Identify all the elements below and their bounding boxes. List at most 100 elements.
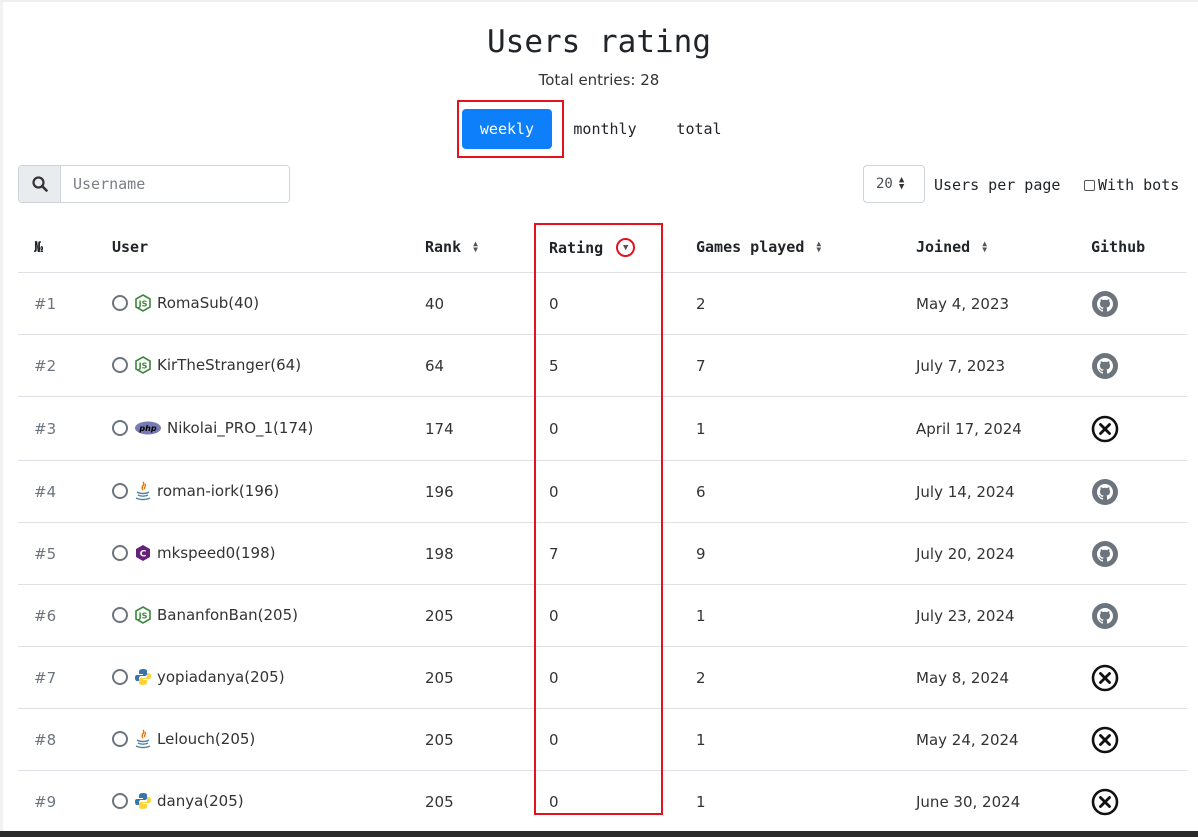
per-page-select[interactable]: 20 ▲ ▼ [863,165,925,203]
sort-desc-icon: ▼ [616,238,636,257]
col-games[interactable]: Games played ▲ ▼ [696,238,821,256]
joined-date: July 20, 2024 [916,545,1015,563]
github-icon[interactable] [1091,602,1119,630]
user-link[interactable]: Lelouch(205) [157,730,255,748]
user-cell: JS BananfonBan(205) [112,606,298,624]
github-icon[interactable] [1091,290,1119,318]
user-link[interactable]: danya(205) [157,792,244,810]
rank-value: 205 [425,731,454,749]
period-tabs: weekly monthly total [0,109,1198,149]
user-cell: roman-iork(196) [112,481,279,501]
user-link[interactable]: BananfonBan(205) [157,606,298,624]
row-number: #9 [34,793,57,811]
tab-weekly[interactable]: weekly [462,109,552,149]
col-rating[interactable]: Rating ▼ [549,238,636,257]
svg-text:JS: JS [138,362,148,371]
python-icon [134,792,152,810]
with-bots-checkbox[interactable] [1084,179,1095,191]
rank-value: 205 [425,669,454,687]
rating-table: № User Rank ▲ ▼ Rating ▼ Games played ▲ ▼ Joi… [18,224,1187,833]
user-cell: JS KirTheStranger(64) [112,356,301,374]
rating-value: 0 [549,793,559,811]
rank-value: 64 [425,357,445,375]
row-number: #4 [34,483,57,501]
user-link[interactable]: roman-iork(196) [157,482,279,500]
with-bots-toggle[interactable]: With bots [1084,176,1179,194]
joined-date: May 4, 2023 [916,295,1010,313]
col-joined-label: Joined [916,238,971,256]
rating-value: 0 [549,295,559,313]
rank-value: 174 [425,420,454,438]
java-icon [134,481,152,501]
user-link[interactable]: RomaSub(40) [157,294,259,312]
table-row: #7 yopiadanya(205) 205 0 2 May 8, 2024 [18,647,1187,709]
sort-icon: ▲ ▼ [816,239,822,254]
online-status-icon [112,295,128,311]
no-github-icon [1091,664,1119,692]
games-value: 9 [696,545,706,563]
search-button[interactable] [19,166,61,202]
rating-value: 7 [549,545,559,563]
user-cell: Lelouch(205) [112,729,255,749]
github-icon[interactable] [1091,478,1119,506]
sort-icon: ▲ ▼ [982,239,988,254]
nodejs-icon: JS [134,356,152,374]
col-rank-label: Rank [425,238,462,256]
games-value: 7 [696,357,706,375]
games-value: 1 [696,731,706,749]
rating-value: 0 [549,669,559,687]
col-joined[interactable]: Joined ▲ ▼ [916,238,987,256]
joined-date: May 8, 2024 [916,669,1010,687]
games-value: 1 [696,420,706,438]
user-link[interactable]: mkspeed0(198) [157,544,276,562]
row-number: #5 [34,545,57,563]
rank-value: 205 [425,607,454,625]
col-rating-label: Rating [549,238,604,257]
user-link[interactable]: Nikolai_PRO_1(174) [167,419,313,437]
table-row: #6 JS BananfonBan(205) 205 0 1 July 23, 2024 [18,585,1187,647]
joined-date: April 17, 2024 [916,420,1022,438]
online-status-icon [112,357,128,373]
search-group [18,165,290,203]
user-link[interactable]: KirTheStranger(64) [157,356,301,374]
table-row: #5 Cmkspeed0(198) 198 7 9 July 20, 2024 [18,523,1187,585]
tab-total[interactable]: total [662,109,736,149]
rating-value: 5 [549,357,559,375]
user-link[interactable]: yopiadanya(205) [157,668,285,686]
col-user: User [112,238,148,256]
username-search-input[interactable] [61,166,289,202]
github-icon[interactable] [1091,352,1119,380]
games-value: 2 [696,295,706,313]
app-frame: Users rating Total entries: 28 weekly mo… [0,0,1198,837]
online-status-icon [112,731,128,747]
games-value: 1 [696,607,706,625]
sort-icon: ▲ ▼ [473,239,478,254]
table-row: #9 danya(205) 205 0 1 June 30, 2024 [18,771,1187,833]
table-row: #8 Lelouch(205) 205 0 1 May 24, 2024 [18,709,1187,771]
svg-text:C: C [140,550,147,560]
page-title: Users rating [487,24,711,60]
rank-value: 198 [425,545,454,563]
github-icon[interactable] [1091,540,1119,568]
user-cell: Cmkspeed0(198) [112,544,276,562]
nodejs-icon: JS [134,606,152,624]
tab-monthly[interactable]: monthly [562,109,648,149]
no-github-icon [1091,726,1119,754]
games-value: 6 [696,483,706,501]
col-github-label: Github [1091,238,1146,256]
per-page-value: 20 [876,176,893,192]
online-status-icon [112,669,128,685]
joined-date: July 14, 2024 [916,483,1015,501]
table-header: № User Rank ▲ ▼ Rating ▼ Games played ▲ ▼ Joi… [18,224,1187,273]
col-rank[interactable]: Rank ▲ ▼ [425,238,478,256]
online-status-icon [112,420,128,436]
rank-value: 40 [425,295,445,313]
row-number: #6 [34,607,57,625]
online-status-icon [112,483,128,499]
rank-value: 205 [425,793,454,811]
table-row: #4 roman-iork(196) 196 0 6 July 14, 2024 [18,461,1187,523]
user-cell: yopiadanya(205) [112,668,285,686]
with-bots-label: With bots [1098,176,1180,194]
joined-date: June 30, 2024 [916,793,1021,811]
bottom-edge [0,831,1198,837]
